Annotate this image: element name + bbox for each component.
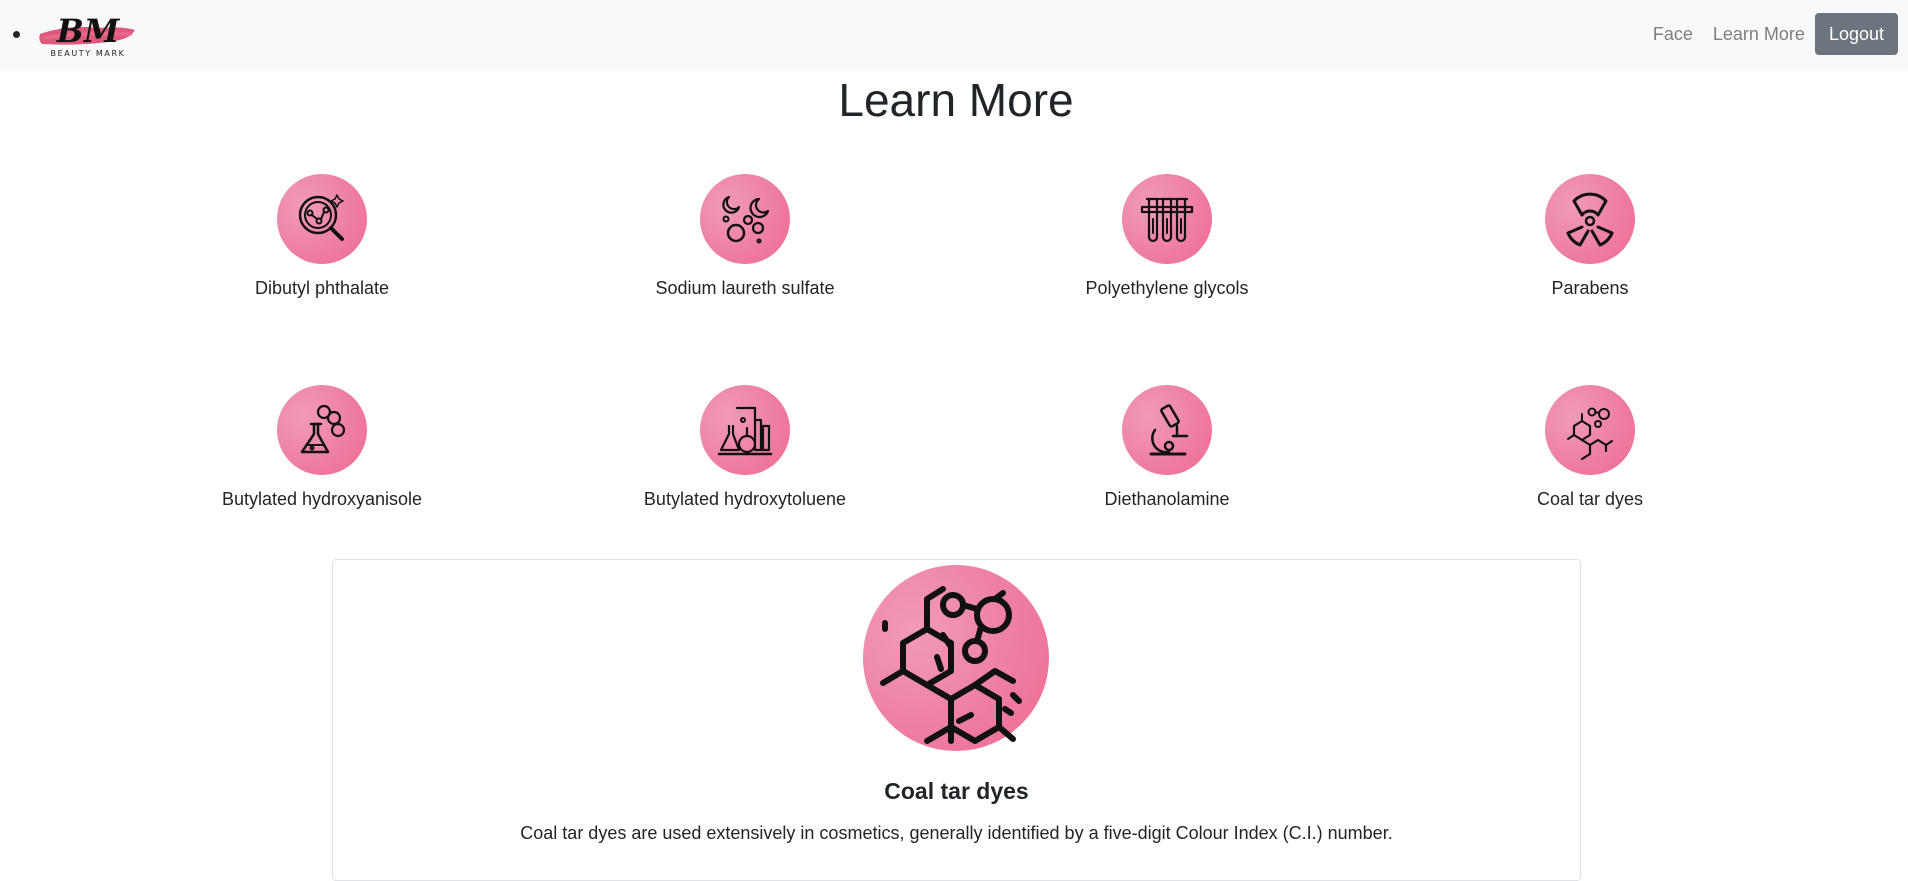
ingredient-circle — [1545, 385, 1635, 475]
ingredient-item-diethanolamine[interactable]: Diethanolamine — [1017, 385, 1317, 510]
lab-equipment-icon — [717, 406, 773, 456]
ingredient-label: Diethanolamine — [1104, 489, 1230, 509]
test-tubes-icon — [1140, 197, 1194, 243]
ingredient-label: Dibutyl phthalate — [254, 278, 390, 298]
ingredient-label: Polyethylene glycols — [1085, 278, 1249, 298]
bubbles-icon — [722, 195, 770, 244]
ingredient-label: Butylated hydroxyanisole — [221, 489, 423, 509]
ingredient-item-butylated-hydroxytoluene[interactable]: Butylated hydroxytoluene — [595, 385, 895, 510]
molecule-icon — [1567, 407, 1613, 460]
microscope-icon — [1149, 404, 1189, 456]
molecule-icon — [880, 586, 1022, 744]
ingredient-circle — [1122, 174, 1212, 264]
detail-description: Coal tar dyes are used extensively in co… — [520, 823, 1393, 843]
ingredient-detail-card: Coal tar dyes Coal tar dyes are used ext… — [332, 559, 1581, 881]
ingredient-label: Coal tar dyes — [1536, 489, 1644, 509]
ingredient-item-coal-tar-dyes[interactable]: Coal tar dyes — [1440, 385, 1740, 510]
ingredient-circle — [700, 174, 790, 264]
flask-icon — [300, 404, 346, 454]
ingredient-circle — [277, 385, 367, 475]
ingredient-circle — [277, 174, 367, 264]
ingredient-circle — [700, 385, 790, 475]
ingredient-label: Butylated hydroxytoluene — [643, 489, 847, 509]
ingredient-item-sodium-laureth-sulfate[interactable]: Sodium laureth sulfate — [595, 174, 895, 299]
ingredient-label: Sodium laureth sulfate — [655, 278, 835, 298]
magnifier-molecule-icon — [298, 194, 344, 241]
ingredient-label: Parabens — [1551, 278, 1629, 298]
ingredient-circle — [1122, 385, 1212, 475]
ingredient-circle — [1545, 174, 1635, 264]
ingredient-item-butylated-hydroxyanisole[interactable]: Butylated hydroxyanisole — [172, 385, 472, 510]
radiation-icon — [1566, 192, 1614, 247]
ingredient-item-polyethylene-glycols[interactable]: Polyethylene glycols — [1017, 174, 1317, 299]
detail-icon-circle — [863, 565, 1049, 751]
ingredient-item-dibutyl-phthalate[interactable]: Dibutyl phthalate — [172, 174, 472, 299]
detail-title: Coal tar dyes — [884, 778, 1029, 804]
ingredient-item-parabens[interactable]: Parabens — [1440, 174, 1740, 299]
